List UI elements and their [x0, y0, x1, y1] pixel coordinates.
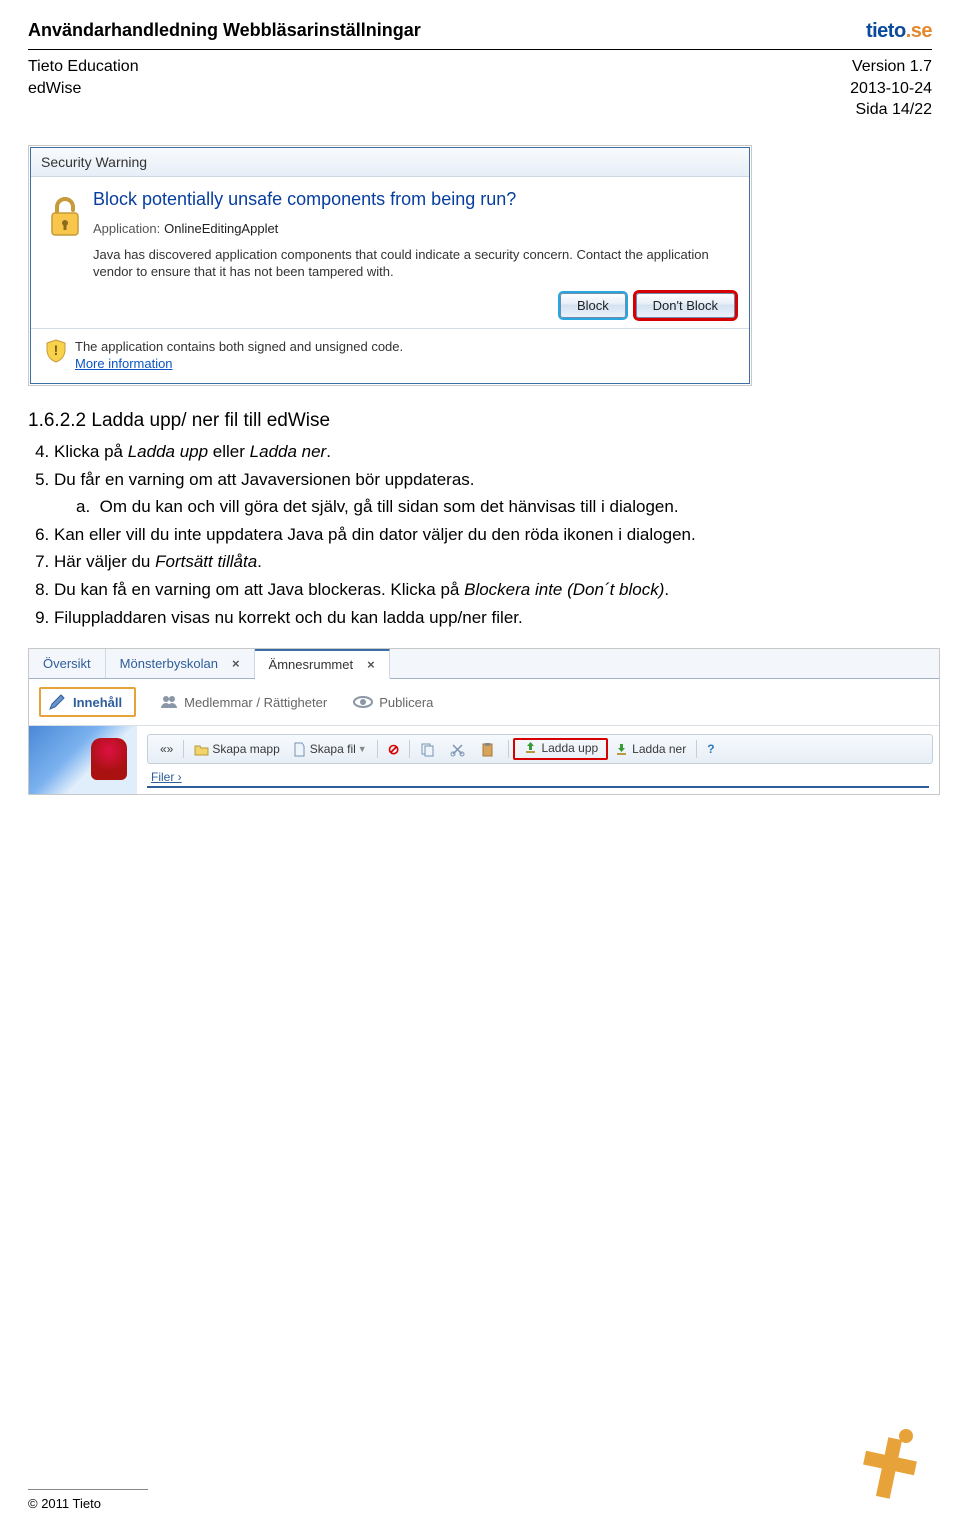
tieto-logo-bottom [842, 1428, 932, 1511]
clipboard-icon [480, 742, 495, 757]
dialog-titlebar: Security Warning [31, 148, 749, 177]
step-5a: a. Om du kan och vill göra det själv, gå… [76, 495, 932, 520]
dialog-app-name: OnlineEditingApplet [164, 221, 278, 236]
folder-icon [194, 742, 209, 757]
create-file-button[interactable]: Skapa fil ▼ [286, 742, 373, 757]
tab-school[interactable]: Mönsterbyskolan× [106, 649, 255, 678]
pencil-icon [47, 692, 67, 712]
dialog-description: Java has discovered application componen… [93, 246, 735, 281]
cut-button[interactable] [444, 742, 474, 757]
dialog-question: Block potentially unsafe components from… [93, 189, 735, 210]
delete-button[interactable]: ⊘ [382, 741, 406, 758]
more-information-link[interactable]: More information [75, 356, 173, 371]
tieto-logo-top: tieto.se [866, 18, 932, 45]
file-icon [292, 742, 307, 757]
doc-title: Användarhandledning Webbläsarinställning… [28, 18, 421, 42]
create-folder-button[interactable]: Skapa mapp [188, 742, 285, 757]
scissors-icon [450, 742, 465, 757]
help-button[interactable]: ? [701, 742, 720, 756]
chevron-down-icon: ▼ [358, 744, 367, 754]
close-icon[interactable]: × [232, 656, 240, 671]
paste-button[interactable] [474, 742, 504, 757]
avatar-image [29, 726, 141, 794]
upload-icon [523, 740, 538, 755]
edwise-subtabs: Innehåll Medlemmar / Rättigheter Publice… [29, 679, 939, 726]
tab-subject[interactable]: Ämnesrummet× [255, 649, 390, 679]
people-icon [160, 695, 178, 709]
doc-page: Sida 14/22 [850, 99, 932, 121]
dialog-app-label: Application: [93, 221, 160, 236]
block-button[interactable]: Block [560, 293, 626, 318]
tab-overview[interactable]: Översikt [29, 649, 106, 678]
page-footer: © 2011 Tieto [28, 1428, 932, 1511]
copyright: © 2011 Tieto [28, 1496, 148, 1511]
step-5: Du får en varning om att Javaversionen b… [54, 468, 932, 493]
page-header: Användarhandledning Webbläsarinställning… [28, 18, 932, 45]
breadcrumb-filer[interactable]: Filer › [147, 770, 929, 788]
dialog-warning-text: The application contains both signed and… [75, 339, 403, 354]
close-icon[interactable]: × [367, 657, 375, 672]
upload-highlight: Ladda upp [513, 738, 608, 760]
padlock-icon [45, 189, 93, 281]
page-subheader: Tieto Education edWise Version 1.7 2013-… [28, 56, 932, 121]
step-7: Här väljer du Fortsätt tillåta. [54, 550, 932, 575]
step-4: Klicka på Ladda upp eller Ladda ner. [54, 440, 932, 465]
download-button[interactable]: Ladda ner [608, 742, 692, 757]
shield-warning-icon: ! [45, 339, 67, 366]
section-heading: 1.6.2.2 Ladda upp/ ner fil till edWise [28, 410, 932, 432]
copy-icon [420, 742, 435, 757]
step-6: Kan eller vill du inte uppdatera Java på… [54, 523, 932, 548]
download-icon [614, 742, 629, 757]
subtab-content[interactable]: Innehåll [39, 687, 136, 717]
dont-block-button[interactable]: Don't Block [636, 293, 735, 318]
security-dialog-screenshot: Security Warning Block potentially unsaf… [28, 145, 752, 386]
eye-icon [353, 696, 373, 708]
doc-version: Version 1.7 [850, 56, 932, 78]
upload-button[interactable]: Ladda upp [517, 740, 604, 755]
step-9: Filuppladdaren visas nu korrekt och du k… [54, 606, 932, 631]
product-name: edWise [28, 78, 139, 100]
instruction-list: Klicka på Ladda upp eller Ladda ner. Du … [54, 440, 932, 630]
file-toolbar: «» Skapa mapp Skapa fil ▼ ⊘ [147, 734, 933, 764]
edwise-screenshot: Översikt Mönsterbyskolan× Ämnesrummet× I… [28, 648, 940, 795]
step-8: Du kan få en varning om att Java blocker… [54, 578, 932, 603]
org-name: Tieto Education [28, 56, 139, 78]
subtab-members[interactable]: Medlemmar / Rättigheter [160, 695, 327, 710]
copy-button[interactable] [414, 742, 444, 757]
nav-buttons[interactable]: «» [154, 742, 179, 756]
doc-date: 2013-10-24 [850, 78, 932, 100]
subtab-publish[interactable]: Publicera [353, 695, 433, 710]
svg-text:!: ! [54, 342, 59, 358]
edwise-tabs: Översikt Mönsterbyskolan× Ämnesrummet× [29, 649, 939, 679]
